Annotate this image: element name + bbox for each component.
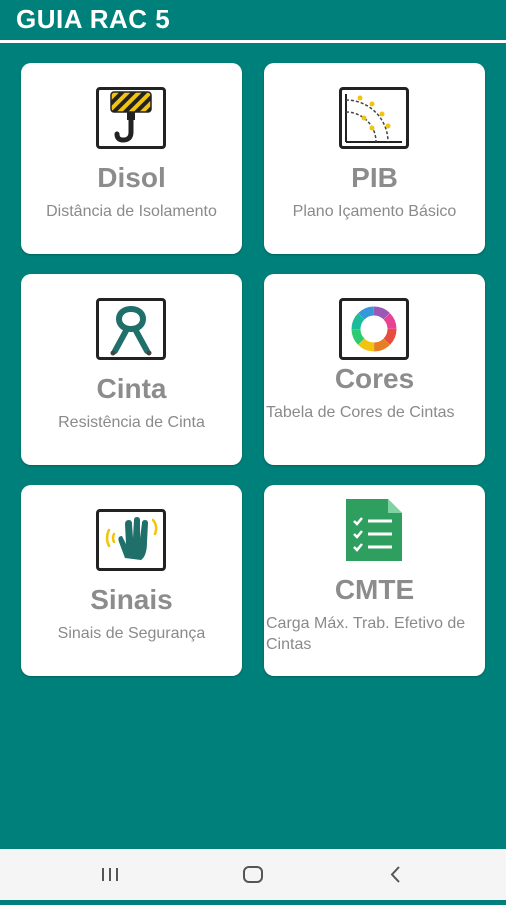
- card-cinta[interactable]: Cinta Resistência de Cinta: [21, 274, 242, 465]
- card-pib[interactable]: PIB Plano Içamento Básico: [264, 63, 485, 254]
- card-description: Distância de Isolamento: [46, 203, 217, 220]
- crane-hook-icon: [96, 87, 166, 149]
- card-title: CMTE: [334, 574, 415, 605]
- recent-apps-icon: [102, 868, 118, 881]
- card-description: Tabela de Cores de Cintas: [266, 404, 455, 421]
- lifting-radius-icon: [339, 87, 409, 149]
- card-title: Cores: [334, 363, 415, 394]
- card-cmte[interactable]: CMTE Carga Máx. Trab. Efetivo de Cintas: [264, 485, 485, 676]
- card-description: Plano Içamento Básico: [292, 203, 457, 220]
- card-title: PIB: [351, 162, 398, 193]
- back-button[interactable]: [355, 849, 435, 900]
- app-bar: GUIA RAC 5: [0, 0, 506, 43]
- app-bar-divider: [0, 40, 506, 43]
- back-icon: [390, 866, 400, 883]
- home-icon: [243, 866, 263, 883]
- card-description: Sinais de Segurança: [57, 625, 206, 642]
- card-disol[interactable]: Disol Distância de Isolamento: [21, 63, 242, 254]
- checklist-document-icon: [344, 497, 404, 563]
- card-description: Carga Máx. Trab. Efetivo de Cintas: [266, 615, 466, 653]
- hand-signal-icon: [96, 509, 166, 571]
- app-title: GUIA RAC 5: [16, 4, 171, 34]
- card-sinais[interactable]: Sinais Sinais de Segurança: [21, 485, 242, 676]
- card-description: Resistência de Cinta: [58, 414, 205, 431]
- sling-icon: [96, 298, 166, 360]
- card-title: Sinais: [90, 584, 173, 615]
- system-navigation-bar: [0, 849, 506, 900]
- color-wheel-icon: [339, 298, 409, 360]
- recent-apps-button[interactable]: [70, 849, 150, 900]
- card-cores[interactable]: Cores Tabela de Cores de Cintas: [264, 274, 485, 465]
- card-title: Disol: [97, 162, 166, 193]
- card-title: Cinta: [96, 373, 167, 404]
- home-button[interactable]: [213, 849, 293, 900]
